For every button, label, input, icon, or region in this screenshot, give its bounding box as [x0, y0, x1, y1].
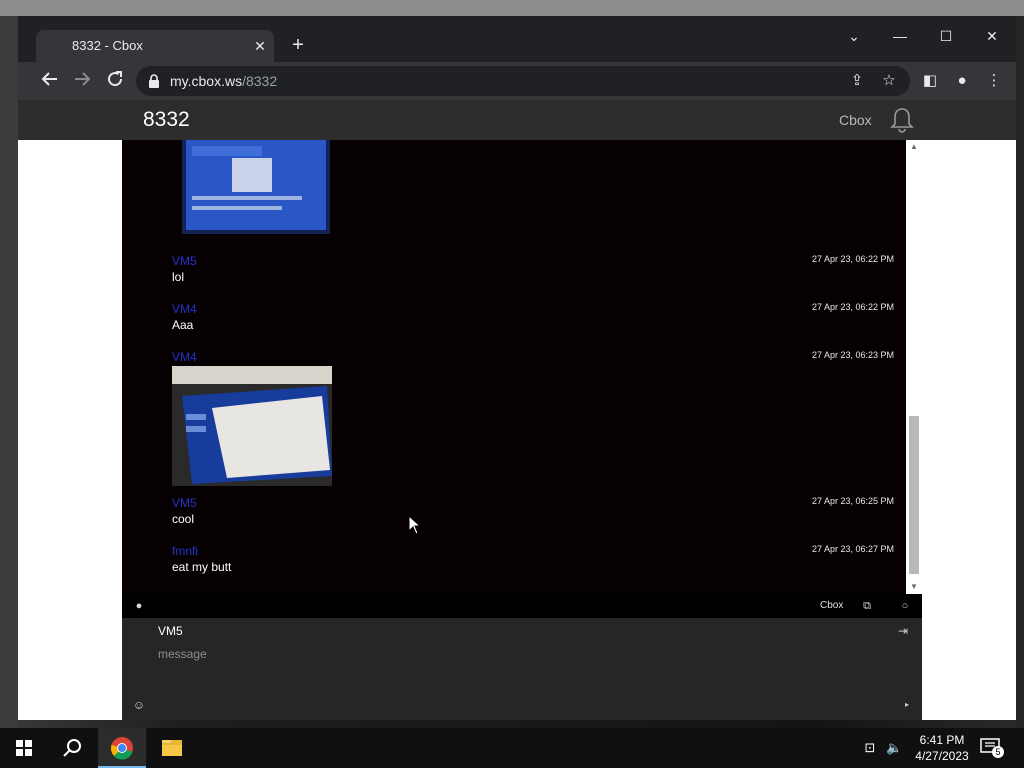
chat-message: VM4 27 Apr 23, 06:23 PM	[172, 350, 900, 488]
image-attachment[interactable]	[172, 140, 332, 236]
chat-message: fmnfi 27 Apr 23, 06:27 PM eat my butt	[172, 544, 900, 578]
desktop-strip	[0, 0, 1024, 16]
address-bar[interactable]: my.cbox.ws/8332 ⇪ ☆	[136, 66, 910, 96]
browser-toolbar: my.cbox.ws/8332 ⇪ ☆ ◧ ● ⋮	[18, 62, 1016, 100]
clock-date: 4/27/2023	[915, 749, 969, 763]
mouse-cursor-icon	[408, 515, 420, 535]
tab-title: 8332 - Cbox	[72, 38, 143, 53]
minimize-button[interactable]: —	[890, 26, 910, 46]
start-button[interactable]	[0, 728, 48, 768]
page-viewport: 8332 Cbox VM5 27 Apr 23, 06:22 PM lol VM…	[18, 100, 1016, 720]
message-scrollbar[interactable]: ▲ ▼	[906, 140, 922, 594]
arrow-right-icon	[75, 72, 91, 86]
kebab-menu-icon[interactable]: ⋮	[984, 71, 1004, 91]
file-explorer-button[interactable]	[148, 728, 196, 768]
message-text: cool	[172, 512, 195, 526]
maximize-button[interactable]: ☐	[936, 26, 956, 46]
site-header: 8332 Cbox	[18, 100, 1016, 140]
message-author[interactable]: VM5	[172, 496, 197, 510]
chat-message: VM5 27 Apr 23, 06:25 PM cool	[172, 496, 900, 530]
tab-close-icon[interactable]: ✕	[252, 38, 268, 54]
chat-info-bar: ● Cbox ⧉ ○	[122, 594, 922, 618]
message-author[interactable]: VM4	[172, 350, 197, 364]
scrollbar-thumb[interactable]	[909, 416, 919, 574]
popout-icon[interactable]: ⧉	[860, 599, 874, 613]
site-brand-link[interactable]: Cbox	[839, 112, 872, 128]
desktop-right-edge	[1016, 16, 1024, 728]
scroll-up-arrow[interactable]: ▲	[906, 140, 922, 154]
star-icon[interactable]: ☆	[880, 72, 898, 90]
message-time: 27 Apr 23, 06:25 PM	[811, 496, 894, 506]
image-attachment[interactable]	[172, 366, 332, 486]
windows-taskbar: ⊡ 🔈 6:41 PM 4/27/2023 5	[0, 728, 1024, 768]
side-panel-icon[interactable]: ◧	[920, 71, 940, 91]
tab-search-icon[interactable]: ⌄	[844, 26, 864, 46]
clock-time: 6:41 PM	[919, 733, 965, 747]
message-time: 27 Apr 23, 06:22 PM	[811, 254, 894, 264]
chat-box: VM5 27 Apr 23, 06:22 PM lol VM4 27 Apr 2…	[122, 140, 922, 720]
scroll-down-arrow[interactable]: ▼	[906, 580, 922, 594]
status-icon[interactable]: ○	[898, 599, 912, 613]
network-icon[interactable]: ⊡	[862, 740, 878, 756]
message-text: lol	[172, 270, 185, 284]
bell-icon[interactable]	[890, 107, 914, 133]
message-text: Aaa	[172, 318, 194, 332]
page-title: 8332	[143, 108, 190, 131]
message-time: 27 Apr 23, 06:27 PM	[811, 544, 894, 554]
message-text: eat my butt	[172, 560, 232, 574]
search-button[interactable]	[48, 728, 96, 768]
logout-icon[interactable]: ⇥	[896, 624, 910, 638]
new-tab-button[interactable]: +	[288, 35, 308, 55]
message-composer: VM5 ⇥ ☺ ▸	[122, 618, 922, 720]
message-time: 27 Apr 23, 06:23 PM	[811, 350, 894, 360]
notification-count-badge: 5	[992, 746, 1004, 758]
message-list[interactable]: VM5 27 Apr 23, 06:22 PM lol VM4 27 Apr 2…	[122, 140, 906, 594]
url-text: my.cbox.ws/8332	[170, 73, 278, 89]
chat-message: VM4 27 Apr 23, 06:22 PM Aaa	[172, 302, 900, 336]
close-window-button[interactable]: ✕	[982, 26, 1002, 46]
profile-icon[interactable]: ●	[952, 71, 972, 91]
chat-message: VM5 27 Apr 23, 06:22 PM lol	[172, 254, 900, 288]
search-icon	[63, 739, 81, 757]
desktop-left-edge	[0, 16, 18, 728]
reload-icon	[108, 71, 123, 87]
message-author[interactable]: fmnfi	[172, 544, 198, 558]
chrome-taskbar-button[interactable]	[98, 728, 146, 768]
message-author[interactable]: VM5	[172, 254, 197, 268]
volume-icon[interactable]: 🔈	[886, 740, 902, 756]
message-author[interactable]: VM4	[172, 302, 197, 316]
name-field[interactable]: VM5	[158, 624, 183, 638]
message-time: 27 Apr 23, 06:22 PM	[811, 302, 894, 312]
notification-center-button[interactable]: 5	[980, 738, 1004, 758]
tab-strip: 8332 - Cbox ✕ + ⌄ — ☐ ✕	[18, 16, 1016, 62]
system-clock[interactable]: 6:41 PM 4/27/2023	[910, 732, 974, 764]
folder-icon	[162, 740, 182, 756]
browser-tab-active[interactable]: 8332 - Cbox	[36, 30, 274, 62]
user-icon[interactable]: ●	[132, 599, 146, 613]
cbox-brand-link[interactable]: Cbox	[820, 600, 843, 611]
emoji-icon[interactable]: ☺	[132, 698, 146, 712]
windows-logo-icon	[16, 740, 32, 756]
forward-button[interactable]	[71, 70, 93, 92]
browser-window: 8332 - Cbox ✕ + ⌄ — ☐ ✕ my.cbox.ws/8332 …	[18, 16, 1016, 720]
share-icon[interactable]: ⇪	[848, 72, 866, 90]
message-input[interactable]	[158, 644, 858, 664]
arrow-left-icon	[41, 72, 57, 86]
lock-icon[interactable]	[148, 74, 160, 88]
back-button[interactable]	[39, 70, 61, 92]
chrome-icon	[110, 737, 133, 760]
send-icon[interactable]: ▸	[900, 698, 914, 712]
reload-button[interactable]	[104, 70, 126, 92]
